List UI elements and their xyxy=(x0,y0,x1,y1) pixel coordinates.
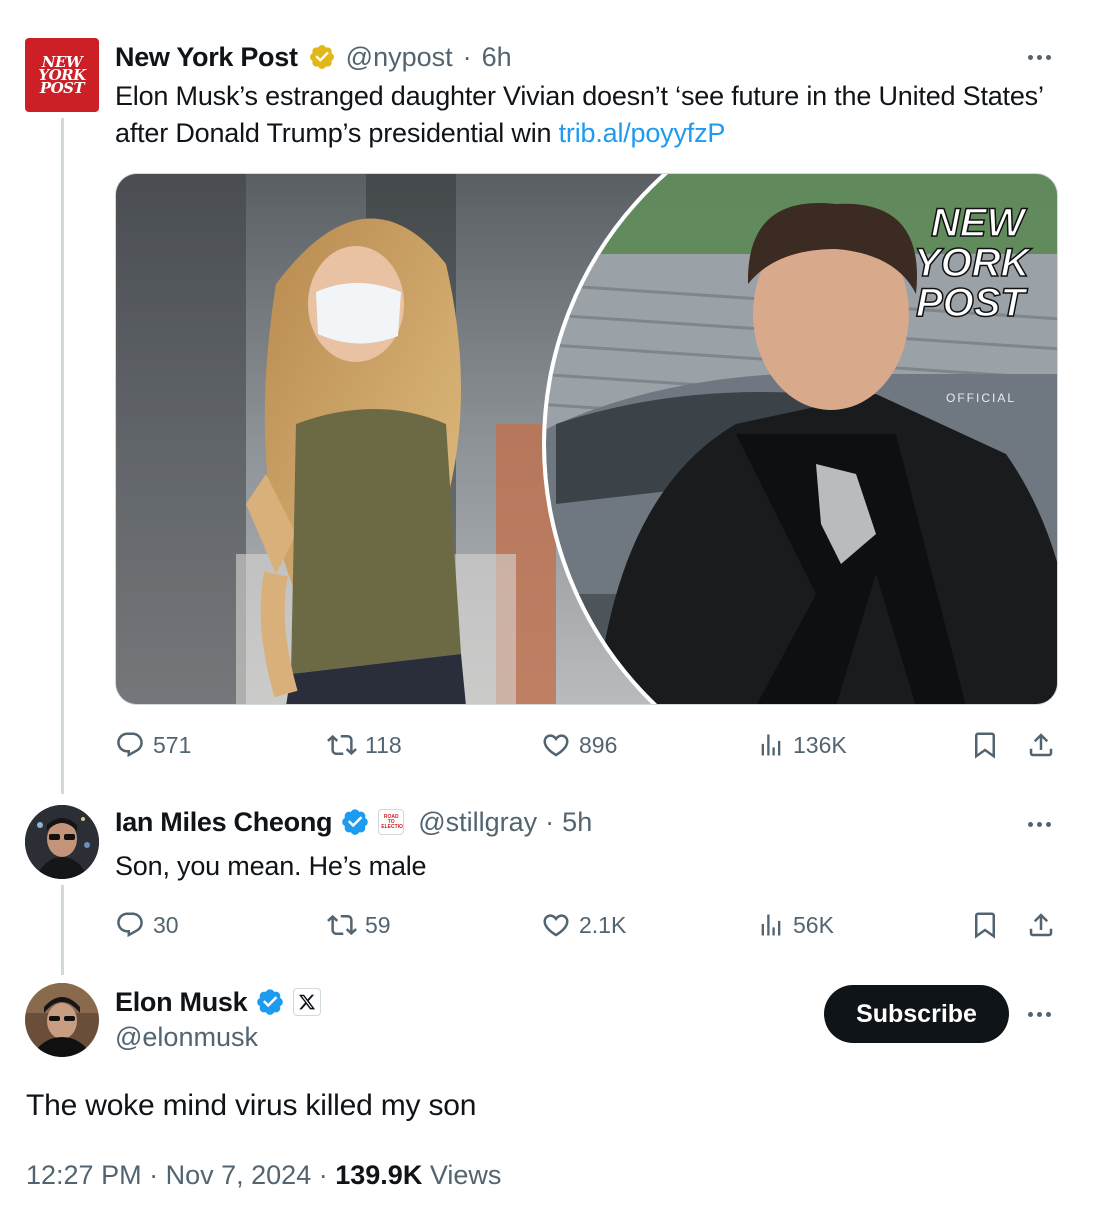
separator: · xyxy=(318,1160,328,1190)
thread-line xyxy=(61,118,64,794)
share-button[interactable] xyxy=(1026,730,1056,760)
post-header: Ian Miles Cheong ROAD TO ELECTION @still… xyxy=(115,803,592,841)
heart-icon xyxy=(543,734,569,757)
affiliate-badge[interactable]: ROAD TO ELECTION xyxy=(378,809,405,835)
x-affiliate-icon[interactable] xyxy=(293,988,322,1016)
timestamp[interactable]: 6h xyxy=(482,42,512,73)
bookmark-button[interactable] xyxy=(970,910,1000,940)
analytics-icon xyxy=(761,914,781,936)
views-button[interactable]: 136K xyxy=(757,730,847,760)
logo-text: POST xyxy=(39,78,85,97)
heart-icon xyxy=(543,914,569,937)
views-count: 56K xyxy=(793,911,834,938)
post-image[interactable]: OFFICIAL NEW YORK POST xyxy=(115,173,1058,705)
like-count: 896 xyxy=(579,731,618,758)
reply-count: 571 xyxy=(153,731,192,758)
handle[interactable]: @nypost xyxy=(346,42,453,73)
timestamp[interactable]: 5h xyxy=(562,807,592,838)
watermark-line: NEW xyxy=(931,201,1028,245)
nypost-watermark: NEW YORK POST xyxy=(913,200,1033,326)
separator: · xyxy=(149,1160,159,1190)
avatar-image xyxy=(25,805,99,879)
verified-blue-icon xyxy=(342,809,369,835)
views-label: Views xyxy=(429,1160,502,1190)
like-button[interactable]: 896 xyxy=(541,730,617,760)
analytics-icon xyxy=(761,734,781,756)
repost-count: 59 xyxy=(365,911,391,938)
repost-icon xyxy=(327,914,357,936)
share-button[interactable] xyxy=(1026,910,1056,940)
avatar-image xyxy=(25,983,99,1057)
reply-button[interactable]: 30 xyxy=(115,910,179,940)
repost-button[interactable]: 118 xyxy=(327,730,402,760)
more-options-icon[interactable] xyxy=(1028,55,1051,60)
views-button[interactable]: 56K xyxy=(757,910,834,940)
bookmark-icon xyxy=(975,912,995,939)
post-date[interactable]: Nov 7, 2024 xyxy=(166,1160,312,1190)
avatar[interactable] xyxy=(25,983,99,1057)
share-icon xyxy=(1029,913,1053,937)
thread-line xyxy=(61,885,64,975)
post-body: Son, you mean. He’s male xyxy=(115,851,427,881)
verified-blue-icon xyxy=(257,989,284,1015)
image-illustration: OFFICIAL NEW YORK POST xyxy=(116,174,1057,704)
post-header: Elon Musk xyxy=(115,983,322,1021)
post-link[interactable]: trib.al/poyyfzP xyxy=(559,118,726,148)
post-body: The woke mind virus killed my son xyxy=(26,1089,477,1122)
separator: · xyxy=(462,41,472,72)
affiliate-badge-text: ROAD TO ELECTION xyxy=(381,813,405,830)
reply-count: 30 xyxy=(153,911,179,938)
display-name[interactable]: New York Post xyxy=(115,42,298,73)
post-time[interactable]: 12:27 PM xyxy=(26,1160,142,1190)
bookmark-button[interactable] xyxy=(970,730,1000,760)
avatar[interactable] xyxy=(25,805,99,879)
bookmark-icon xyxy=(975,732,995,759)
subscribe-button[interactable]: Subscribe xyxy=(824,985,1009,1043)
x-logo-icon xyxy=(299,994,316,1010)
post-meta: 12:27 PM · Nov 7, 2024 · 139.9K Views xyxy=(26,1160,501,1191)
separator: · xyxy=(545,806,555,837)
post-text: Elon Musk’s estranged daughter Vivian do… xyxy=(115,78,1045,152)
repost-button[interactable]: 59 xyxy=(327,910,391,940)
views-count: 139.9K xyxy=(335,1160,423,1190)
like-count: 2.1K xyxy=(579,911,627,938)
image-sign-text: OFFICIAL xyxy=(946,391,1016,405)
like-button[interactable]: 2.1K xyxy=(541,910,626,940)
repost-icon xyxy=(327,734,357,756)
handle[interactable]: @elonmusk xyxy=(115,1022,258,1053)
repost-count: 118 xyxy=(365,731,402,758)
share-icon xyxy=(1029,733,1053,757)
display-name[interactable]: Elon Musk xyxy=(115,987,248,1018)
verified-gold-icon xyxy=(309,45,334,69)
reply-button[interactable]: 571 xyxy=(115,730,191,760)
more-options-icon[interactable] xyxy=(1028,1012,1051,1017)
reply-icon xyxy=(117,912,143,938)
more-options-icon[interactable] xyxy=(1028,822,1051,827)
watermark-line: POST xyxy=(916,281,1028,325)
nypost-avatar[interactable]: NEW YORK POST xyxy=(25,38,99,112)
handle[interactable]: @stillgray xyxy=(418,807,537,838)
watermark-line: YORK xyxy=(914,241,1033,285)
reply-icon xyxy=(117,732,143,758)
post-header: New York Post @nypost · 6h xyxy=(115,38,512,76)
views-count: 136K xyxy=(793,731,847,758)
display-name[interactable]: Ian Miles Cheong xyxy=(115,807,333,838)
